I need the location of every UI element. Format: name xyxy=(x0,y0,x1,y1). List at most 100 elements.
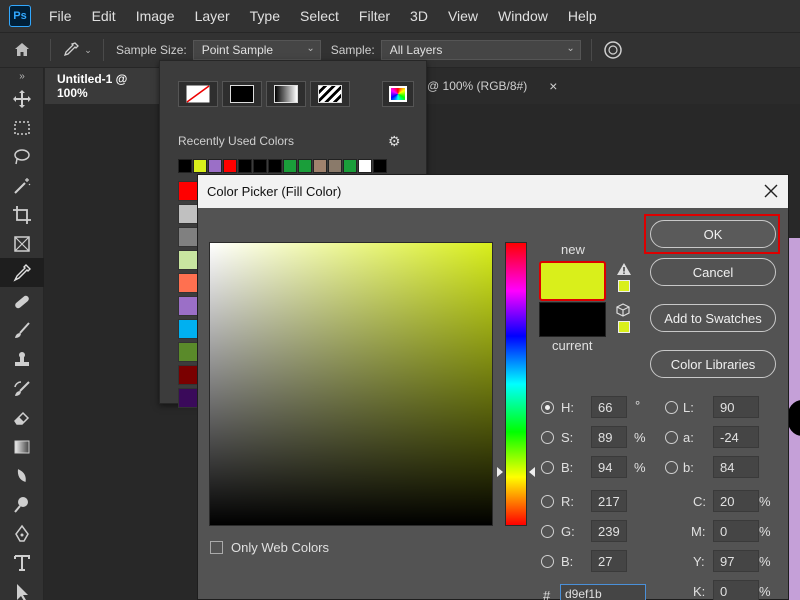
recent-color-swatch[interactable] xyxy=(223,159,237,173)
tab-second-document[interactable]: @ 100% (RGB/8#) × xyxy=(415,68,569,104)
web-safe-correction-swatch[interactable] xyxy=(618,321,630,333)
recent-color-swatch[interactable] xyxy=(178,159,192,173)
healing-brush-tool-icon[interactable] xyxy=(0,287,44,316)
blue-input[interactable]: 27 xyxy=(591,550,627,572)
home-icon[interactable] xyxy=(0,33,44,67)
only-web-colors-checkbox[interactable] xyxy=(210,541,223,554)
recent-color-swatch[interactable] xyxy=(208,159,222,173)
move-tool-icon[interactable] xyxy=(0,84,44,113)
menu-filter[interactable]: Filter xyxy=(349,8,400,24)
hex-input[interactable]: d9ef1b xyxy=(560,584,646,600)
brush-tool-icon[interactable] xyxy=(0,316,44,345)
recent-color-swatch[interactable] xyxy=(238,159,252,173)
path-selection-tool-icon[interactable] xyxy=(0,577,44,600)
a-channel-radio[interactable] xyxy=(665,431,678,444)
recent-color-swatch[interactable] xyxy=(268,159,282,173)
hue-slider-handle-right[interactable] xyxy=(529,467,535,477)
gamut-correction-swatch[interactable] xyxy=(618,280,630,292)
color-swatch[interactable] xyxy=(178,342,198,362)
green-input[interactable]: 239 xyxy=(591,520,627,542)
dodge-tool-icon[interactable] xyxy=(0,490,44,519)
gear-icon[interactable]: ⚙ xyxy=(388,133,401,150)
cyan-input[interactable]: 20 xyxy=(713,490,759,512)
history-brush-tool-icon[interactable] xyxy=(0,374,44,403)
tab-untitled-1[interactable]: Untitled-1 @ 100% xyxy=(45,68,165,104)
gradient-button[interactable] xyxy=(266,81,306,107)
color-picker-button[interactable] xyxy=(382,81,414,107)
menu-file[interactable]: File xyxy=(39,8,82,24)
black-key-input[interactable]: 0 xyxy=(713,580,759,600)
type-tool-icon[interactable] xyxy=(0,548,44,577)
color-swatch[interactable] xyxy=(178,250,198,270)
eyedropper-tool-icon[interactable] xyxy=(0,258,44,287)
solid-color-button[interactable] xyxy=(222,81,262,107)
color-swatch[interactable] xyxy=(178,319,198,339)
marquee-tool-icon[interactable] xyxy=(0,113,44,142)
lightness-radio[interactable] xyxy=(665,401,678,414)
menu-edit[interactable]: Edit xyxy=(82,8,126,24)
green-radio[interactable] xyxy=(541,525,554,538)
close-icon[interactable] xyxy=(761,181,781,201)
color-swatch[interactable] xyxy=(178,181,198,201)
menu-3d[interactable]: 3D xyxy=(400,8,438,24)
a-channel-input[interactable]: -24 xyxy=(713,426,759,448)
current-color-swatch[interactable] xyxy=(539,302,606,337)
ok-button[interactable]: OK xyxy=(650,220,776,248)
b-channel-radio[interactable] xyxy=(665,461,678,474)
cancel-button[interactable]: Cancel xyxy=(650,258,776,286)
recent-color-swatch[interactable] xyxy=(373,159,387,173)
hue-slider[interactable] xyxy=(505,242,527,526)
sample-select[interactable]: All Layers ⌄ xyxy=(380,40,581,60)
stamp-tool-icon[interactable] xyxy=(0,345,44,374)
lasso-tool-icon[interactable] xyxy=(0,142,44,171)
menu-window[interactable]: Window xyxy=(488,8,558,24)
color-swatch[interactable] xyxy=(178,273,198,293)
recent-color-swatch[interactable] xyxy=(298,159,312,173)
hue-slider-handle-left[interactable] xyxy=(497,467,503,477)
sampling-ring-icon[interactable] xyxy=(598,40,628,60)
add-to-swatches-button[interactable]: Add to Swatches xyxy=(650,304,776,332)
magenta-input[interactable]: 0 xyxy=(713,520,759,542)
red-radio[interactable] xyxy=(541,495,554,508)
expand-panel-icon[interactable]: » xyxy=(0,68,44,84)
recent-color-swatch[interactable] xyxy=(328,159,342,173)
crop-tool-icon[interactable] xyxy=(0,200,44,229)
only-web-colors-option[interactable]: Only Web Colors xyxy=(210,540,329,555)
color-swatch[interactable] xyxy=(178,227,198,247)
yellow-input[interactable]: 97 xyxy=(713,550,759,572)
eraser-tool-icon[interactable] xyxy=(0,403,44,432)
blue-radio[interactable] xyxy=(541,555,554,568)
frame-tool-icon[interactable] xyxy=(0,229,44,258)
lightness-input[interactable]: 90 xyxy=(713,396,759,418)
recent-color-swatch[interactable] xyxy=(343,159,357,173)
pattern-button[interactable] xyxy=(310,81,350,107)
hue-radio[interactable] xyxy=(541,401,554,414)
saturation-input[interactable]: 89 xyxy=(591,426,627,448)
color-swatch[interactable] xyxy=(178,204,198,224)
no-color-button[interactable] xyxy=(178,81,218,107)
gradient-tool-icon[interactable] xyxy=(0,432,44,461)
menu-layer[interactable]: Layer xyxy=(185,8,240,24)
saturation-radio[interactable] xyxy=(541,431,554,444)
sample-size-select[interactable]: Point Sample ⌄ xyxy=(192,40,321,60)
pen-tool-icon[interactable] xyxy=(0,519,44,548)
menu-view[interactable]: View xyxy=(438,8,488,24)
saturation-brightness-field[interactable] xyxy=(209,242,493,526)
tab-close-icon[interactable]: × xyxy=(549,78,557,94)
menu-help[interactable]: Help xyxy=(558,8,607,24)
menu-select[interactable]: Select xyxy=(290,8,349,24)
recent-color-swatch[interactable] xyxy=(283,159,297,173)
hue-input[interactable]: 66 xyxy=(591,396,627,418)
menu-type[interactable]: Type xyxy=(240,8,290,24)
blur-tool-icon[interactable] xyxy=(0,461,44,490)
recent-color-swatch[interactable] xyxy=(358,159,372,173)
b-channel-input[interactable]: 84 xyxy=(713,456,759,478)
brightness-radio[interactable] xyxy=(541,461,554,474)
recent-color-swatch[interactable] xyxy=(253,159,267,173)
recent-color-swatch[interactable] xyxy=(313,159,327,173)
recent-color-swatch[interactable] xyxy=(193,159,207,173)
color-libraries-button[interactable]: Color Libraries xyxy=(650,350,776,378)
red-input[interactable]: 217 xyxy=(591,490,627,512)
color-swatch[interactable] xyxy=(178,296,198,316)
color-swatch[interactable] xyxy=(178,365,198,385)
